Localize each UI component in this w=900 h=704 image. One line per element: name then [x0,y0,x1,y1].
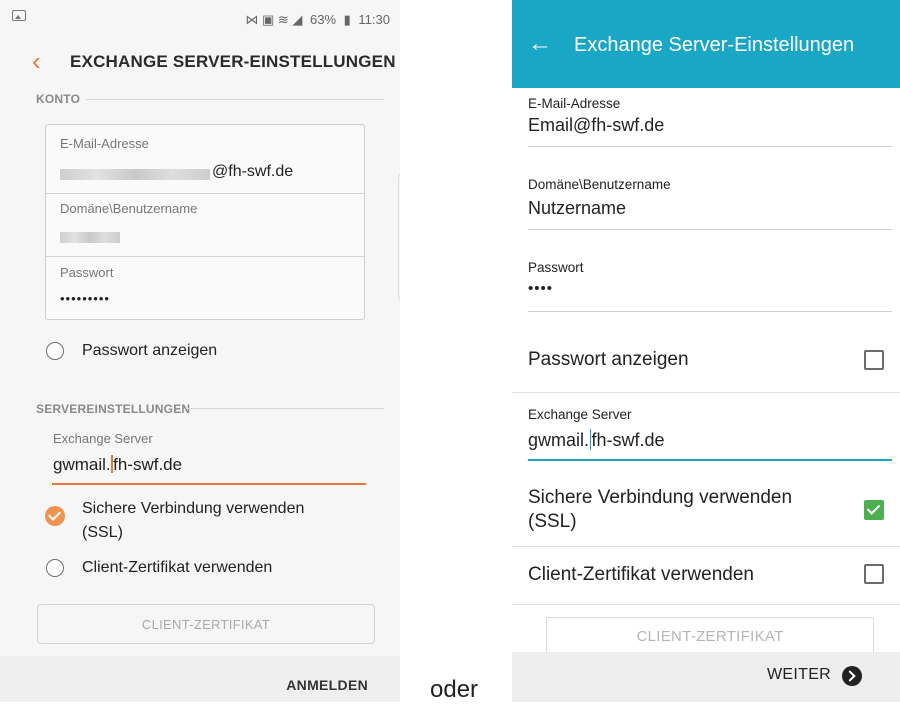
client-cert-radio[interactable] [46,559,64,577]
section-label-konto: KONTO [36,92,81,106]
client-certificate-button[interactable]: CLIENT-ZERTIFIKAT [546,617,874,657]
server-text-part2: fh-swf.de [113,455,183,474]
ssl-checkbox-checked[interactable] [864,500,884,520]
exchange-server-label: Exchange Server [53,431,153,446]
show-password-radio[interactable] [46,342,64,360]
account-card: E-Mail-Adresse @fh-swf.de Domäne\Benutze… [45,124,365,320]
password-label: Passwort [528,260,584,275]
image-notification-icon [12,10,26,21]
client-cert-checkbox[interactable] [864,564,884,584]
email-input[interactable]: Email@fh-swf.de [528,115,664,136]
android-screen: ← Exchange Server-Einstellungen E-Mail-A… [512,0,900,702]
domain-input[interactable]: Nutzername [528,198,626,219]
battery-percent: 63% [309,12,337,27]
server-text-part1: gwmail. [528,430,590,450]
status-right: ⋈ ▣ ≋ ◢ 63% ▮ 11:30 [241,12,390,28]
exchange-server-input[interactable]: gwmail. fh-swf.de [53,455,182,475]
show-password-label: Passwort anzeigen [82,342,218,359]
status-signal-icons: ⋈ ▣ ≋ ◢ [245,12,303,27]
section-divider [186,408,384,409]
blurred-username [60,232,120,243]
back-chevron-icon[interactable]: ‹ [32,48,41,74]
ssl-checked-icon[interactable] [45,506,65,526]
client-cert-label: Client-Zertifikat verwenden [82,559,273,576]
server-input-underline-active [528,459,892,461]
client-certificate-button[interactable]: CLIENT-ZERTIFIKAT [37,604,375,644]
email-domain-text: @fh-swf.de [212,163,294,180]
battery-icon: ▮ [343,12,351,27]
password-underline [528,311,892,312]
client-cert-label: Client-Zertifikat verwenden [528,564,754,585]
password-field[interactable]: ••••••••• [60,291,110,306]
row-divider [512,604,900,605]
domain-label: Domäne\Benutzername [60,201,198,216]
row-divider [512,546,900,547]
ssl-label-line1: Sichere Verbindung verwenden [528,487,793,508]
domain-label: Domäne\Benutzername [528,177,671,192]
server-text-part2: fh-swf.de [591,430,665,450]
password-label: Passwort [60,265,114,280]
show-password-checkbox[interactable] [864,350,884,370]
server-text-part1: gwmail. [53,455,111,474]
page-title: EXCHANGE SERVER-EINSTELLUNGEN [70,52,396,71]
status-bar: ⋈ ▣ ≋ ◢ 63% ▮ 11:30 [0,0,400,40]
show-password-label: Passwort anzeigen [528,349,689,370]
login-button[interactable]: ANMELDEN [286,677,368,693]
password-input[interactable]: •••• [528,280,553,297]
domain-underline [528,229,892,230]
row-divider [46,193,364,194]
email-label: E-Mail-Adresse [528,96,621,111]
next-arrow-icon[interactable] [842,666,862,686]
back-arrow-icon[interactable]: ← [528,32,552,56]
email-label: E-Mail-Adresse [60,136,149,151]
ssl-label-line1: Sichere Verbindung verwenden [82,500,305,517]
blurred-email-name [60,169,210,180]
ssl-label-line2: (SSL) [528,511,577,532]
ssl-label-line2: (SSL) [82,524,123,541]
exchange-server-label: Exchange Server [528,407,632,422]
status-time: 11:30 [358,12,390,27]
row-divider [46,256,364,257]
scroll-edge-handle[interactable] [398,172,400,302]
exchange-server-input[interactable]: gwmail. fh-swf.de [528,429,665,451]
next-button[interactable]: WEITER [767,666,831,684]
section-divider [86,99,384,100]
page-title: Exchange Server-Einstellungen [574,34,855,56]
row-divider [512,392,900,393]
server-input-underline [52,483,366,485]
samsung-screen: ⋈ ▣ ≋ ◢ 63% ▮ 11:30 ‹ EXCHANGE SERVER-EI… [0,0,400,702]
domain-field[interactable] [60,227,350,249]
email-underline [528,146,892,147]
separator-text: oder [430,676,479,703]
email-field[interactable]: @fh-swf.de [60,163,350,187]
section-label-server: SERVEREINSTELLUNGEN [36,402,191,416]
